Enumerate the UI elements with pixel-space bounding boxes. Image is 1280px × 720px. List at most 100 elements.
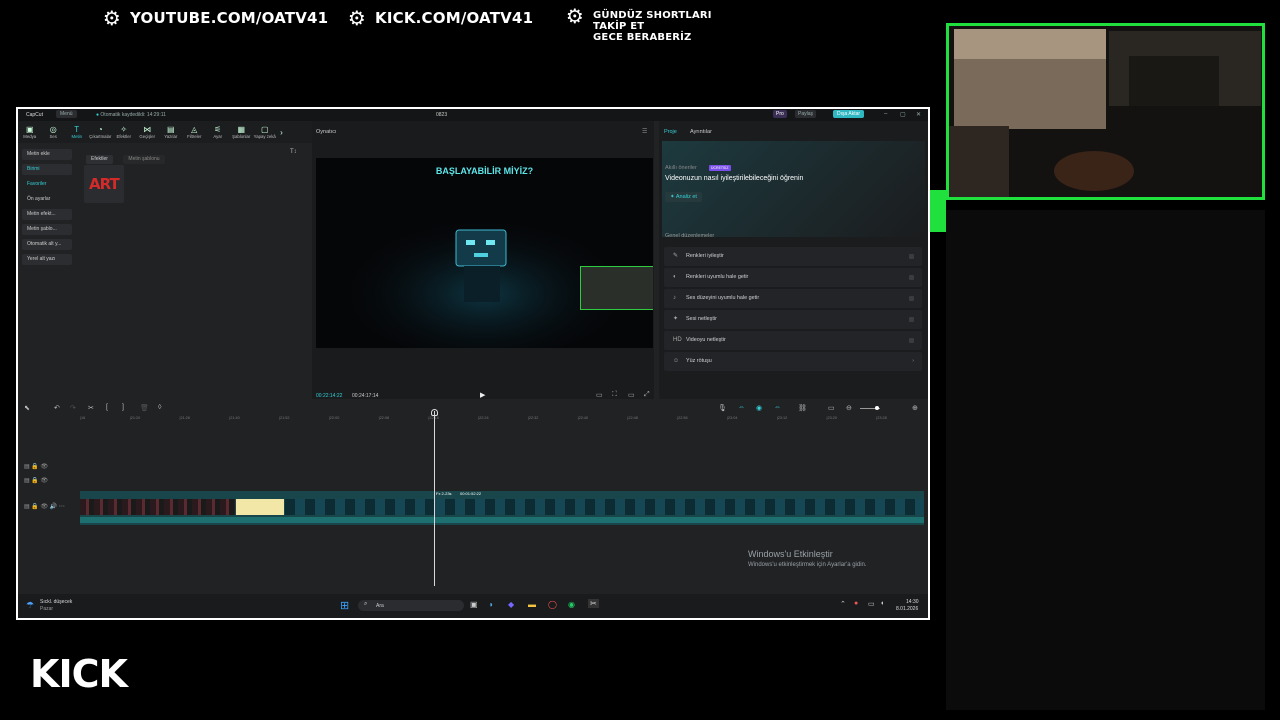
tool-media[interactable]: ▣ Medya xyxy=(18,121,42,143)
split-icon[interactable]: ✂ xyxy=(88,404,94,412)
preview-axis-icon[interactable]: ⇔ xyxy=(774,404,781,411)
windows-start-icon[interactable]: ⊞ xyxy=(340,599,349,612)
wand-icon: ✎ xyxy=(673,253,679,259)
chevron-right-icon: › xyxy=(912,358,914,364)
tool-stickers[interactable]: ◔ Çıkartmalar xyxy=(89,121,113,143)
menu-button[interactable]: Menü xyxy=(56,110,77,118)
toggle[interactable] xyxy=(909,338,914,343)
tool-transitions[interactable]: ⋈ Geçişler xyxy=(136,121,160,143)
row-enhance-colors[interactable]: ✎ Renkleri iyileştir xyxy=(664,247,922,266)
row-retouch[interactable]: ☺ Yüz rötuşu › xyxy=(664,352,922,371)
link-icon[interactable]: ⇔ xyxy=(738,404,745,411)
tool-adjust[interactable]: ⚟ Ayar xyxy=(206,121,230,143)
play-icon[interactable]: ▶ xyxy=(480,391,485,399)
toggle[interactable] xyxy=(909,296,914,301)
playhead[interactable] xyxy=(434,411,435,586)
row-enhance-voice[interactable]: ✦ Sesi netleştir xyxy=(664,310,922,329)
tool-ai[interactable]: ▢ Yapay zekâ xyxy=(253,121,277,143)
row-normalize-loudness[interactable]: ♪ Ses düzeyini uyumlu hale getir xyxy=(664,289,922,308)
sidebar-item-presets[interactable]: Ön ayarlar xyxy=(22,194,72,205)
minimize-icon[interactable]: – xyxy=(884,111,887,117)
obs-icon[interactable]: ◉ xyxy=(568,600,575,609)
tab-text-templates[interactable]: Metin şablonu xyxy=(123,155,165,164)
text-effect-tile[interactable]: ART xyxy=(84,165,124,203)
row-match-colors[interactable]: ◐ Renkleri uyumlu hale getir xyxy=(664,268,922,287)
tool-effects[interactable]: ✧ Efektler xyxy=(112,121,136,143)
task-view-icon[interactable]: ▣ xyxy=(470,600,478,609)
video-track-clip[interactable]: Fx 2-23s 00:01:52:22 xyxy=(80,491,924,525)
opera-icon[interactable]: ◯ xyxy=(548,600,557,609)
caption-icon[interactable]: ▭ xyxy=(828,404,835,412)
playhead-handle[interactable] xyxy=(431,409,438,416)
sidebar-item-auto-captions[interactable]: Otomatik alt y... xyxy=(22,239,72,250)
menu-lines-icon[interactable]: ☰ xyxy=(642,128,647,135)
clock-date[interactable]: 8.01.2026 xyxy=(896,606,918,612)
toggle[interactable] xyxy=(909,275,914,280)
fullscreen-icon[interactable]: ⤢ xyxy=(644,391,650,399)
sidebar-item-add-text[interactable]: Metin ekle xyxy=(22,149,72,160)
pro-badge[interactable]: Pro xyxy=(773,110,787,118)
text-format-icon[interactable]: T↕ xyxy=(290,149,297,155)
sidebar-item-birimi[interactable]: Birimi xyxy=(22,164,72,175)
tab-effects[interactable]: Efektler xyxy=(86,155,113,164)
sidebar-item-local-captions[interactable]: Yerel alt yazı xyxy=(22,254,72,265)
analyze-label: Analiz et xyxy=(675,194,697,200)
tool-templates[interactable]: ▦ Şablonlar xyxy=(230,121,254,143)
tool-audio[interactable]: ◎ Ses xyxy=(42,121,66,143)
tab-details[interactable]: Ayrıntılar xyxy=(690,129,712,135)
ratio-icon[interactable]: ▭ xyxy=(596,391,603,399)
undo-icon[interactable]: ↶ xyxy=(54,404,60,412)
teams-icon[interactable]: ◆ xyxy=(508,600,514,609)
folder-icon[interactable]: ▬ xyxy=(528,600,536,609)
row-enhance-video[interactable]: HD Videoyu netleştir xyxy=(664,331,922,350)
analyze-button[interactable]: ✦ Analiz et xyxy=(665,192,702,202)
tool-text[interactable]: T Metin xyxy=(65,121,89,143)
volume-icon[interactable]: ◖ xyxy=(880,600,884,607)
toolbar-more-icon[interactable]: › xyxy=(277,121,287,143)
video-preview[interactable]: BAŞLAYABİLİR MİYİZ? xyxy=(316,158,653,348)
text-panel-tabs: Efektler Metin şablonu xyxy=(86,147,171,165)
edge-icon[interactable]: ◑ xyxy=(488,600,493,609)
clock-time[interactable]: 14:30 xyxy=(906,599,919,605)
track-controls[interactable]: ▤ 🔒 👁 🔊 ⋯ xyxy=(24,503,65,510)
trim-right-icon[interactable]: ] xyxy=(122,404,124,411)
trim-left-icon[interactable]: [ xyxy=(106,404,108,411)
delete-icon[interactable]: 🗑 xyxy=(140,404,149,412)
track-controls[interactable]: ▤ 🔒 👁 xyxy=(24,477,48,484)
mic-icon[interactable]: 🎙 xyxy=(718,404,727,412)
fit-icon[interactable]: ⊕ xyxy=(912,404,918,412)
snap-icon[interactable]: ◉ xyxy=(756,404,762,412)
zoom-out-icon[interactable]: ⊖ xyxy=(846,404,852,412)
banner-shorts-line3: GECE BERABERİZ xyxy=(593,32,692,43)
tray-chevron-icon[interactable]: ⌃ xyxy=(840,600,846,608)
maximize-icon[interactable]: ▢ xyxy=(900,111,906,118)
sidebar-item-favorites[interactable]: Favoriler xyxy=(22,179,72,190)
capcut-icon[interactable]: ✂ xyxy=(588,599,599,608)
search-placeholder: Ara xyxy=(376,603,384,609)
export-button[interactable]: Dışa Aktar xyxy=(833,110,865,118)
toggle[interactable] xyxy=(909,254,914,259)
app-name: CapCut xyxy=(26,112,43,118)
crop-icon[interactable]: ⛶ xyxy=(612,391,617,399)
chain-icon[interactable]: ⛓ xyxy=(798,404,807,412)
shield-icon[interactable]: ◊ xyxy=(158,404,161,411)
close-icon[interactable]: ✕ xyxy=(916,111,921,118)
select-tool-icon[interactable]: ⬉ xyxy=(24,404,30,412)
share-button[interactable]: Paylaş xyxy=(795,110,817,118)
sidebar-item-text-templates[interactable]: Metin şablo... xyxy=(22,224,72,235)
tab-project[interactable]: Proje xyxy=(664,129,677,135)
mic-tray-icon[interactable]: ● xyxy=(854,600,858,607)
gear-logo-icon: ⚙ xyxy=(565,4,585,28)
aspect-icon[interactable]: ▭ xyxy=(628,391,635,399)
network-icon[interactable]: ▭ xyxy=(868,600,875,608)
row-label: Renkleri iyileştir xyxy=(686,253,724,259)
zoom-slider-handle[interactable] xyxy=(875,406,879,410)
redo-icon[interactable]: ↷ xyxy=(70,404,76,412)
toggle[interactable] xyxy=(909,317,914,322)
weather-icon[interactable]: ☂ xyxy=(26,600,34,611)
taskbar-search[interactable]: ⌕ Ara xyxy=(358,600,464,611)
sidebar-item-text-effects[interactable]: Metin efekt... xyxy=(22,209,72,220)
track-controls[interactable]: ▤ 🔒 👁 xyxy=(24,463,48,470)
tool-captions[interactable]: ▤ Yazılar xyxy=(159,121,183,143)
tool-filters[interactable]: ◬ Filtreler xyxy=(183,121,207,143)
